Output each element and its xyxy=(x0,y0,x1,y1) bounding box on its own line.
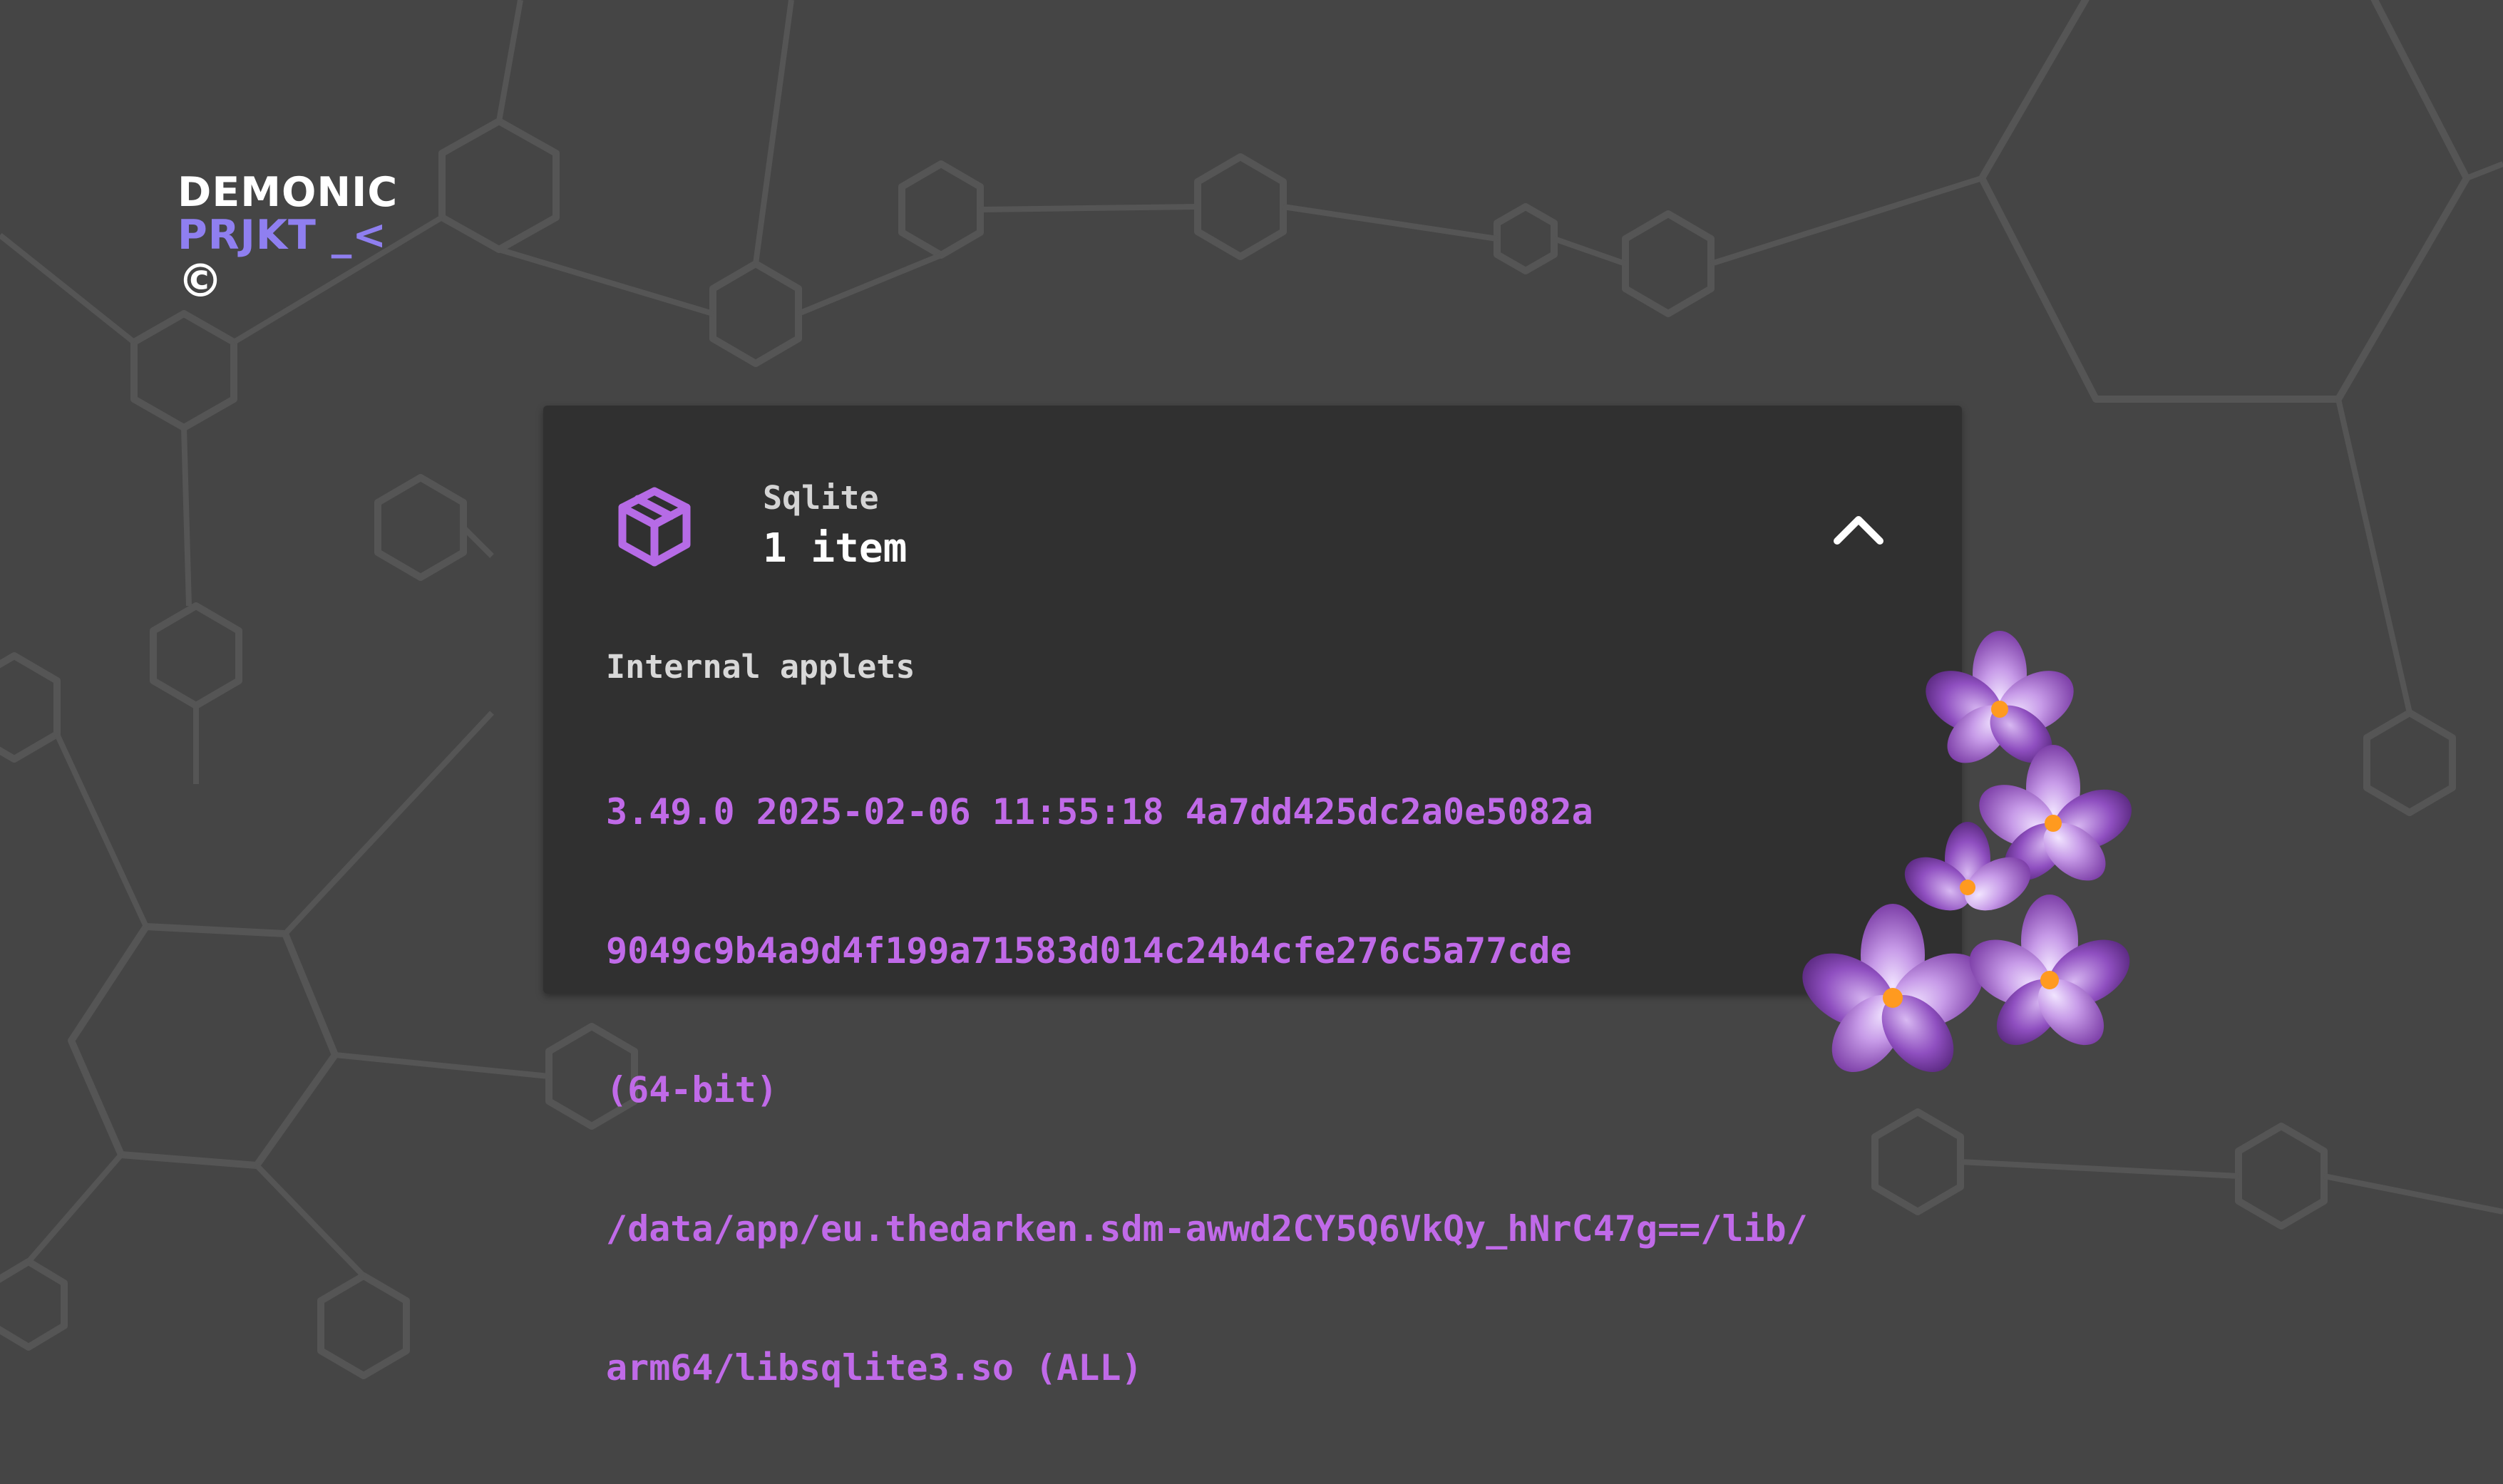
applet-info: 3.49.0 2025-02-06 11:55:18 4a7dd425dc2a0… xyxy=(606,696,1882,1484)
brand-name: DEMONIC xyxy=(178,169,399,216)
applet-line: arm64/libsqlite3.so (ALL) xyxy=(606,1347,1143,1388)
chevron-up-icon[interactable] xyxy=(1826,497,1891,561)
card-title: 1 item xyxy=(763,525,908,572)
package-cube-icon xyxy=(618,487,691,567)
applet-line: /data/app/eu.thedarken.sdm-awwd2CY5Q6VkQ… xyxy=(606,1208,1808,1249)
section-label: Internal applets xyxy=(606,648,915,686)
brand-subname: PRJKT _< xyxy=(178,212,388,259)
applet-line: 3.49.0 2025-02-06 11:55:18 4a7dd425dc2a0… xyxy=(606,791,1593,833)
applet-line: (64-bit) xyxy=(606,1069,778,1111)
copyright-symbol: © xyxy=(178,255,223,308)
applet-line: 9049c9b4a9d4f199a71583d014c24b4cfe276c5a… xyxy=(606,930,1572,972)
crocus-flowers-decoration xyxy=(1802,631,2132,1073)
brand-watermark: DEMONIC PRJKT _< © xyxy=(178,171,398,306)
card-subtitle: Sqlite xyxy=(763,479,879,517)
sqlite-card: Sqlite 1 item Internal applets 3.49.0 20… xyxy=(543,406,1962,1388)
